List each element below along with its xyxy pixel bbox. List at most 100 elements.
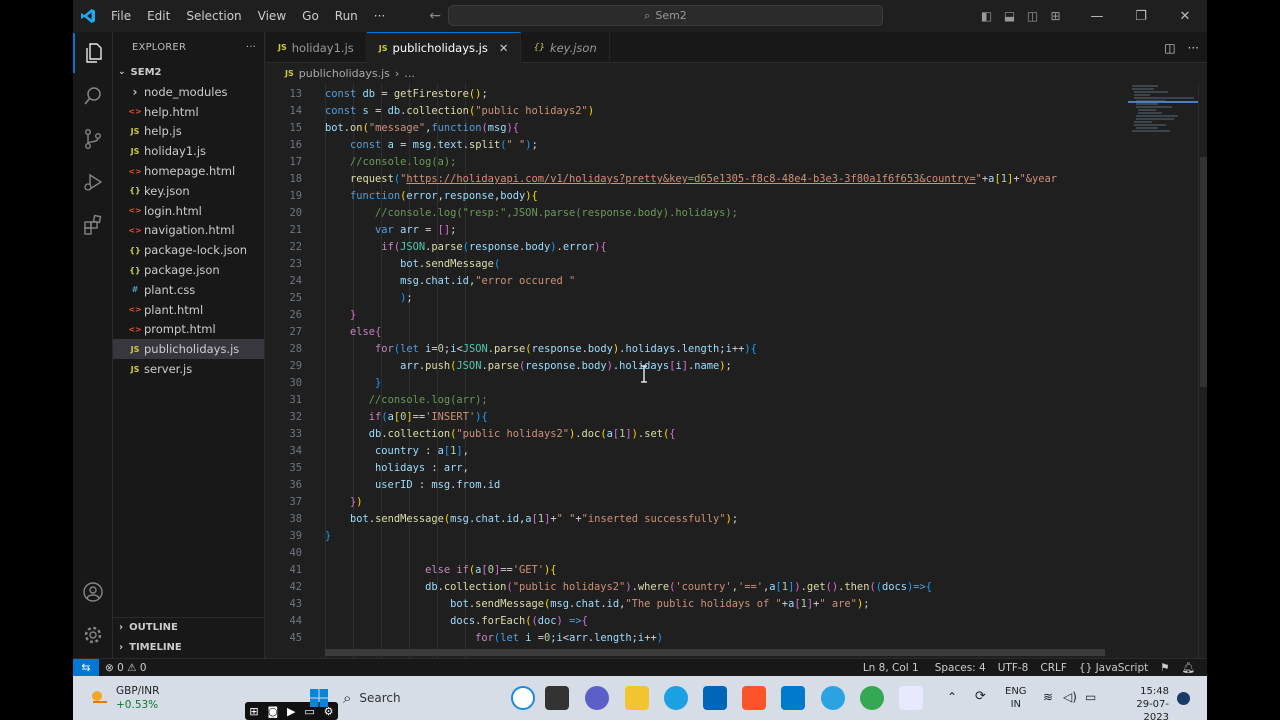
minimap[interactable] bbox=[1128, 83, 1198, 658]
video-icon[interactable]: ▶ bbox=[287, 705, 295, 718]
code-line[interactable]: 42 db.collection("public holidays2").whe… bbox=[266, 579, 1128, 596]
file-item-homepage-html[interactable]: <> homepage.html bbox=[113, 161, 264, 181]
code-line[interactable]: 45 for(let i =0;i<arr.length;i++) bbox=[266, 630, 1128, 647]
horizontal-scrollbar[interactable] bbox=[325, 649, 1105, 656]
menu-view[interactable]: View bbox=[250, 0, 294, 32]
telegram-icon[interactable] bbox=[821, 686, 845, 710]
toggle-secondary-sidebar-icon[interactable]: ◫ bbox=[1021, 0, 1044, 32]
file-item-node-modules[interactable]: › node_modules bbox=[113, 82, 264, 102]
problems-indicator[interactable]: ⊗ 0 ⚠ 0 bbox=[99, 662, 153, 674]
code-line[interactable]: 13 const db = getFirestore(); bbox=[266, 86, 1128, 103]
vscode-taskbar-icon[interactable] bbox=[781, 686, 805, 710]
restore-icon[interactable]: ❐ bbox=[1119, 0, 1163, 32]
back-arrow-icon[interactable]: ← bbox=[421, 8, 449, 24]
code-line[interactable]: 25 ); bbox=[266, 290, 1128, 307]
code-line[interactable]: 34 country : a[1], bbox=[266, 443, 1128, 460]
tab-holiday1[interactable]: JS holiday1.js bbox=[266, 32, 367, 63]
camera-icon[interactable]: ◙ bbox=[268, 705, 279, 718]
code-line[interactable]: 23 bot.sendMessage( bbox=[266, 256, 1128, 273]
code-line[interactable]: 14 const s = db.collection("public holida… bbox=[266, 103, 1128, 120]
code-line[interactable]: 30 } bbox=[266, 375, 1128, 392]
bing-icon[interactable] bbox=[511, 686, 535, 710]
file-item-navigation-html[interactable]: <> navigation.html bbox=[113, 221, 264, 241]
code-line[interactable]: 20 //console.log("resp:",JSON.parse(resp… bbox=[266, 205, 1128, 222]
code-line[interactable]: 22 if(JSON.parse(response.body).error){ bbox=[266, 239, 1128, 256]
code-line[interactable]: 38 bot.sendMessage(msg.chat.id,a[1]+" "+… bbox=[266, 511, 1128, 528]
toggle-primary-sidebar-icon[interactable]: ◧ bbox=[975, 0, 998, 32]
file-item-server-js[interactable]: JS server.js bbox=[113, 359, 264, 379]
search-icon[interactable] bbox=[73, 76, 113, 116]
cursor-position[interactable]: Ln 8, Col 1 bbox=[857, 662, 925, 674]
breadcrumb-rest[interactable]: ... bbox=[404, 67, 415, 80]
chrome-icon[interactable] bbox=[860, 686, 884, 710]
line-ending[interactable]: CRLF bbox=[1034, 662, 1073, 674]
microsoft-store-icon[interactable] bbox=[703, 686, 727, 710]
code-line[interactable]: 31 //console.log(arr); bbox=[266, 392, 1128, 409]
code-line[interactable]: 32 if(a[0]=='INSERT'){ bbox=[266, 409, 1128, 426]
language-indicator[interactable]: ENG IN bbox=[1005, 685, 1027, 711]
remote-indicator[interactable]: ⇆ bbox=[73, 658, 99, 677]
file-item-help-js[interactable]: JS help.js bbox=[113, 122, 264, 142]
code-line[interactable]: 43 bot.sendMessage(msg.chat.id,"The publ… bbox=[266, 596, 1128, 613]
extensions-icon[interactable] bbox=[73, 205, 113, 245]
language-mode[interactable]: {} JavaScript bbox=[1073, 662, 1154, 674]
more-actions-icon[interactable]: ··· bbox=[1188, 41, 1199, 55]
notifications-bell-icon[interactable]: 🔔︎ bbox=[1176, 661, 1201, 674]
battery-icon[interactable]: ▭ bbox=[1085, 690, 1096, 704]
task-view-icon[interactable] bbox=[545, 686, 569, 710]
code-line[interactable]: 39} bbox=[266, 528, 1128, 545]
feedback-icon[interactable]: ⚑ bbox=[1154, 662, 1175, 674]
code-line[interactable]: 37 }) bbox=[266, 494, 1128, 511]
accounts-icon[interactable] bbox=[73, 572, 113, 612]
taskbar-search[interactable]: ⌕ Search bbox=[343, 686, 513, 710]
menu-run[interactable]: Run bbox=[327, 0, 366, 32]
code-line[interactable]: 19 function(error,response,body){ bbox=[266, 188, 1128, 205]
weather-widget-icon[interactable] bbox=[89, 688, 109, 706]
code-line[interactable]: 24 msg.chat.id,"error occured " bbox=[266, 273, 1128, 290]
command-center-search[interactable]: ⌕ Sem2 bbox=[448, 5, 883, 26]
run-debug-icon[interactable] bbox=[73, 162, 113, 202]
windows-start-icon[interactable] bbox=[309, 688, 329, 708]
code-line[interactable]: 28 for(let i=0;i<JSON.parse(response.bod… bbox=[266, 341, 1128, 358]
code-line[interactable]: 15 bot.on("message",function(msg){ bbox=[266, 120, 1128, 137]
explorer-more-button[interactable]: ··· bbox=[246, 42, 256, 53]
snipping-tool-icon[interactable] bbox=[899, 686, 923, 710]
explorer-icon[interactable] bbox=[73, 33, 113, 73]
code-line[interactable]: 40 bbox=[266, 545, 1128, 562]
file-item-publicholidays-js[interactable]: JS publicholidays.js bbox=[113, 339, 264, 360]
file-item-plant-css[interactable]: # plant.css bbox=[113, 280, 264, 300]
menu-selection[interactable]: Selection bbox=[178, 0, 249, 32]
code-line[interactable]: 21 var arr = []; bbox=[266, 222, 1128, 239]
notification-badge-icon[interactable] bbox=[1177, 692, 1190, 705]
code-line[interactable]: 17 //console.log(a); bbox=[266, 154, 1128, 171]
sync-icon[interactable]: ⟳ bbox=[975, 689, 986, 704]
code-line[interactable]: 16 const a = msg.text.split(" "); bbox=[266, 137, 1128, 154]
code-line[interactable]: 18 request("https://holidayapi.com/v1/ho… bbox=[266, 171, 1128, 188]
file-item-plant-html[interactable]: <> plant.html bbox=[113, 300, 264, 320]
code-line[interactable]: 35 holidays : arr, bbox=[266, 460, 1128, 477]
menu-edit[interactable]: Edit bbox=[139, 0, 178, 32]
file-item-help-html[interactable]: <> help.html bbox=[113, 102, 264, 122]
timeline-section[interactable]: › TIMELINE bbox=[113, 637, 265, 657]
vertical-scrollbar[interactable] bbox=[1198, 83, 1207, 658]
clock[interactable]: 15:48 29-07-2023 bbox=[1113, 685, 1169, 720]
code-editor[interactable]: 13 const db = getFirestore(); 14 const s = … bbox=[266, 83, 1128, 658]
outline-section[interactable]: › OUTLINE bbox=[113, 617, 265, 637]
file-item-login-html[interactable]: <> login.html bbox=[113, 201, 264, 221]
toggle-panel-icon[interactable]: ⬓ bbox=[998, 0, 1021, 32]
file-explorer-icon[interactable] bbox=[625, 686, 649, 710]
workspace-root[interactable]: ⌄ SEM2 bbox=[113, 62, 264, 82]
customize-layout-icon[interactable]: ⊞ bbox=[1044, 0, 1067, 32]
chevron-up-icon[interactable]: ⌃ bbox=[947, 690, 957, 704]
encoding[interactable]: UTF-8 bbox=[992, 662, 1035, 674]
brave-browser-icon[interactable] bbox=[742, 686, 766, 710]
volume-icon[interactable]: ◁) bbox=[1063, 690, 1077, 704]
file-item-package-lock-json[interactable]: {} package-lock.json bbox=[113, 240, 264, 260]
code-line[interactable]: 41 else if(a[0]=='GET'){ bbox=[266, 562, 1128, 579]
code-line[interactable]: 44 docs.forEach((doc) =>{ bbox=[266, 613, 1128, 630]
tab-publicholidays[interactable]: JS publicholidays.js ✕ bbox=[366, 32, 522, 63]
close-icon[interactable]: ✕ bbox=[499, 41, 509, 55]
code-line[interactable]: 29 arr.push(JSON.parse(response.body).ho… bbox=[266, 358, 1128, 375]
wifi-icon[interactable]: ≋ bbox=[1043, 690, 1053, 704]
manage-gear-icon[interactable] bbox=[73, 615, 113, 655]
